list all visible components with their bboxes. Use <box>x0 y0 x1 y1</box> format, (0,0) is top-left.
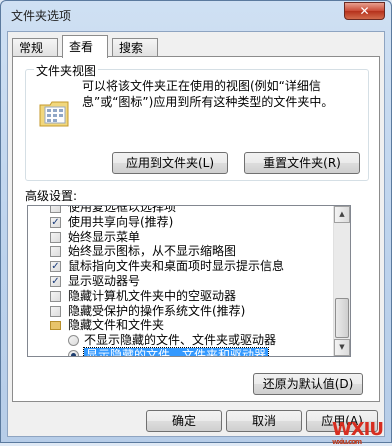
advanced-settings-label: 高级设置: <box>25 189 78 203</box>
reset-folders-button[interactable]: 重置文件夹(R) <box>244 152 360 174</box>
folder-icon <box>50 321 61 331</box>
list-item-label: 不显示隐藏的文件、文件夹或驱动器 <box>84 333 277 348</box>
list-item-label: 使用共享向导(推荐) <box>68 214 174 229</box>
list-item[interactable]: ✓ 鼠标指向文件夹和桌面项时显示提示信息 <box>28 259 334 274</box>
watermark-sub: wxiu.com <box>331 438 362 446</box>
list-item[interactable]: 使用复选框以选择项 <box>28 205 334 215</box>
list-item[interactable]: 隐藏受保护的操作系统文件(推荐) <box>28 304 334 319</box>
list-item[interactable]: 显示隐藏的文件、文件夹和驱动器 <box>28 346 334 356</box>
radio-icon[interactable] <box>68 335 79 347</box>
checkbox-checked-icon[interactable]: ✓ <box>50 216 61 228</box>
cancel-button[interactable]: 取消 <box>226 410 302 432</box>
list-item[interactable]: 始终显示菜单 <box>28 230 334 245</box>
advanced-settings-list[interactable]: 使用复选框以选择项 ✓ 使用共享向导(推荐) 始终显示菜单 始终显示图标，从不显示缩略图… <box>27 205 351 357</box>
list-item-label: 使用复选框以选择项 <box>68 205 177 214</box>
advanced-settings-items: 使用复选框以选择项 ✓ 使用共享向导(推荐) 始终显示菜单 始终显示图标，从不显示缩略图… <box>28 205 334 356</box>
checkbox-icon[interactable] <box>50 206 61 213</box>
list-item-label: 显示驱动器号 <box>68 273 141 288</box>
list-item-label: 隐藏文件和文件夹 <box>68 318 165 333</box>
folder-options-window: 文件夹选项 ✕ 常规 查看 搜索 文件夹视图 可以将该文件夹正在使用的视图(例如… <box>0 0 392 446</box>
list-item[interactable]: ✓ 使用共享向导(推荐) <box>28 215 334 230</box>
view-tab-panel: 文件夹视图 可以将该文件夹正在使用的视图(例如“详细信息”或“图标”)应用到所有… <box>12 56 380 402</box>
window-title: 文件夹选项 <box>11 9 72 23</box>
checkbox-icon[interactable] <box>50 231 61 243</box>
close-button[interactable]: ✕ <box>344 2 385 20</box>
list-item[interactable]: 隐藏计算机文件夹中的空驱动器 <box>28 289 334 304</box>
scroll-thumb[interactable] <box>335 298 349 338</box>
watermark-text: WXIU <box>331 419 384 440</box>
folder-view-description: 可以将该文件夹正在使用的视图(例如“详细信息”或“图标”)应用到所有这种类型的文… <box>82 79 334 109</box>
title-bar[interactable]: 文件夹选项 ✕ <box>1 1 391 29</box>
radio-selected-icon[interactable] <box>68 349 79 356</box>
list-item[interactable]: 不显示隐藏的文件、文件夹或驱动器 <box>28 333 334 348</box>
folder-view-icon <box>38 96 72 130</box>
tab-view[interactable]: 查看 <box>62 35 108 58</box>
watermark-logo: WXIU wxiu.com <box>331 419 384 446</box>
checkbox-icon[interactable] <box>50 290 61 302</box>
scroll-up-icon[interactable]: ▲ <box>334 206 350 223</box>
list-item-label: 始终显示图标，从不显示缩略图 <box>68 244 237 259</box>
list-item-label: 隐藏计算机文件夹中的空驱动器 <box>68 288 237 303</box>
restore-defaults-button[interactable]: 还原为默认值(D) <box>253 373 363 395</box>
list-item-label: 隐藏受保护的操作系统文件(推荐) <box>68 303 246 318</box>
list-item[interactable]: 始终显示图标，从不显示缩略图 <box>28 244 334 259</box>
tab-search[interactable]: 搜索 <box>112 38 158 57</box>
apply-to-folders-button[interactable]: 应用到文件夹(L) <box>112 152 228 174</box>
ok-button[interactable]: 确定 <box>146 410 222 432</box>
vertical-scrollbar[interactable]: ▲ ▼ <box>333 206 350 356</box>
dialog-client: 常规 查看 搜索 文件夹视图 可以将该文件夹正在使用的视图(例如“详细信息”或“… <box>7 31 385 437</box>
list-item-label: 始终显示菜单 <box>68 229 141 244</box>
checkbox-checked-icon[interactable]: ✓ <box>50 261 61 273</box>
list-item-label: 鼠标指向文件夹和桌面项时显示提示信息 <box>68 259 285 274</box>
list-item[interactable]: 隐藏文件和文件夹 <box>28 318 334 333</box>
checkbox-icon[interactable] <box>50 246 61 258</box>
checkbox-checked-icon[interactable]: ✓ <box>50 275 61 287</box>
checkbox-icon[interactable] <box>50 305 61 317</box>
tab-general[interactable]: 常规 <box>12 38 58 57</box>
list-item[interactable]: ✓ 显示驱动器号 <box>28 274 334 289</box>
list-item-label: 显示隐藏的文件、文件夹和驱动器 <box>82 346 270 356</box>
folder-view-group: 文件夹视图 可以将该文件夹正在使用的视图(例如“详细信息”或“图标”)应用到所有… <box>25 62 369 181</box>
scroll-down-icon[interactable]: ▼ <box>334 339 350 356</box>
folder-view-label: 文件夹视图 <box>34 62 99 79</box>
